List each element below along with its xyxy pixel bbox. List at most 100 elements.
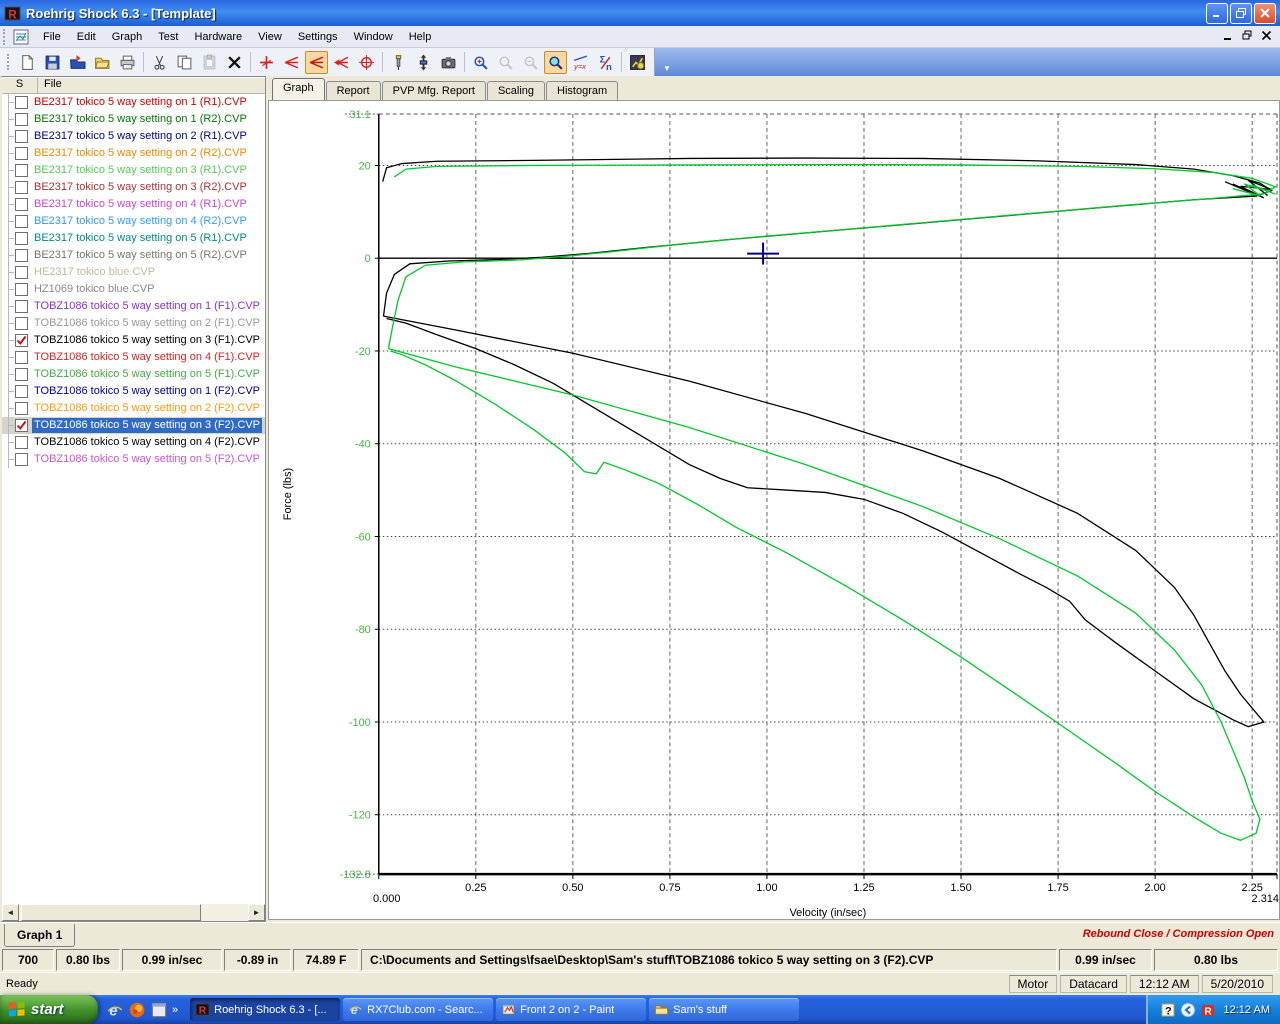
file-name[interactable]: BE2317 tokico 5 way setting on 2 (R2).CV…	[32, 146, 249, 161]
graph-analysis-icon[interactable]	[626, 51, 649, 74]
tab-report[interactable]: Report	[326, 81, 381, 100]
file-list-item[interactable]: BE2317 tokico 5 way setting on 4 (R2).CV…	[2, 213, 265, 230]
mdi-minimize-button[interactable]	[1223, 30, 1234, 44]
column-header-file[interactable]: File	[38, 77, 265, 93]
quick-launch-internet-explorer-icon[interactable]: e	[106, 1001, 124, 1019]
file-list-hscrollbar[interactable]: ◄ ►	[2, 904, 265, 921]
file-list-item[interactable]: TOBZ1086 tokico 5 way setting on 3 (F1).…	[2, 332, 265, 349]
file-list-item[interactable]: BE2317 tokico 5 way setting on 4 (R1).CV…	[2, 196, 265, 213]
file-list-item[interactable]: BE2317 tokico 5 way setting on 3 (R2).CV…	[2, 179, 265, 196]
file-checkbox[interactable]	[15, 181, 28, 194]
menu-test[interactable]: Test	[150, 28, 186, 46]
tray-help-icon[interactable]: ?	[1160, 1002, 1176, 1018]
open-file-icon[interactable]	[91, 51, 114, 74]
file-checkbox[interactable]	[15, 368, 28, 381]
trace-crosshair-icon[interactable]	[255, 51, 278, 74]
tray-collapse-chevron-icon[interactable]	[1180, 1002, 1196, 1018]
file-name[interactable]: HE2317 tokico blue.CVP	[32, 265, 157, 280]
zoom-in-icon[interactable]	[469, 51, 492, 74]
file-checkbox[interactable]	[15, 436, 28, 449]
file-checkbox[interactable]	[15, 351, 28, 364]
menu-hardware[interactable]: Hardware	[186, 28, 250, 46]
tab-scaling[interactable]: Scaling	[487, 81, 545, 100]
file-name[interactable]: BE2317 tokico 5 way setting on 1 (R2).CV…	[32, 112, 249, 127]
trace-select-icon[interactable]	[330, 51, 353, 74]
file-list-item[interactable]: TOBZ1086 tokico 5 way setting on 1 (F2).…	[2, 383, 265, 400]
file-list-item[interactable]: TOBZ1086 tokico 5 way setting on 5 (F2).…	[2, 451, 265, 468]
file-checkbox[interactable]	[15, 385, 28, 398]
file-list-item[interactable]: BE2317 tokico 5 way setting on 1 (R2).CV…	[2, 111, 265, 128]
sigma-over-n-icon[interactable]: Σn	[594, 51, 617, 74]
file-name[interactable]: TOBZ1086 tokico 5 way setting on 3 (F2).…	[32, 418, 262, 433]
gage-adjust-icon[interactable]	[412, 51, 435, 74]
file-list-item[interactable]: TOBZ1086 tokico 5 way setting on 5 (F1).…	[2, 366, 265, 383]
toolbar-grip[interactable]	[7, 54, 12, 70]
file-name[interactable]: BE2317 tokico 5 way setting on 2 (R1).CV…	[32, 129, 249, 144]
menu-file[interactable]: File	[35, 28, 69, 46]
tray-roehrig-tray-icon[interactable]: R	[1200, 1002, 1216, 1018]
y-equals-x-icon[interactable]: y=x	[569, 51, 592, 74]
save-icon[interactable]	[41, 51, 64, 74]
export-file-icon[interactable]	[66, 51, 89, 74]
file-checkbox[interactable]	[15, 317, 28, 330]
file-name[interactable]: BE2317 tokico 5 way setting on 5 (R2).CV…	[32, 248, 249, 263]
file-checkbox[interactable]	[15, 232, 28, 245]
file-list-item[interactable]: TOBZ1086 tokico 5 way setting on 4 (F2).…	[2, 434, 265, 451]
tab-histogram[interactable]: Histogram	[546, 81, 618, 100]
file-name[interactable]: TOBZ1086 tokico 5 way setting on 4 (F1).…	[32, 350, 262, 365]
zoom-window-icon[interactable]	[544, 51, 567, 74]
file-checkbox[interactable]	[15, 249, 28, 262]
file-list-item[interactable]: HE2317 tokico blue.CVP	[2, 264, 265, 281]
file-list-item[interactable]: TOBZ1086 tokico 5 way setting on 1 (F1).…	[2, 298, 265, 315]
file-name[interactable]: TOBZ1086 tokico 5 way setting on 1 (F1).…	[32, 299, 262, 314]
file-name[interactable]: TOBZ1086 tokico 5 way setting on 2 (F1).…	[32, 316, 262, 331]
mdi-close-button[interactable]	[1261, 30, 1272, 44]
file-name[interactable]: BE2317 tokico 5 way setting on 4 (R2).CV…	[32, 214, 249, 229]
file-name[interactable]: HZ1069 tokico blue.CVP	[32, 282, 156, 297]
file-checkbox[interactable]	[15, 453, 28, 466]
file-checkbox[interactable]	[15, 215, 28, 228]
close-button[interactable]	[1254, 3, 1276, 24]
menu-help[interactable]: Help	[401, 28, 440, 46]
menu-view[interactable]: View	[250, 28, 290, 46]
menu-edit[interactable]: Edit	[69, 28, 104, 46]
file-list-item[interactable]: TOBZ1086 tokico 5 way setting on 2 (F2).…	[2, 400, 265, 417]
taskbar-window-internet-explorer[interactable]: eRX7Club.com - Searc...	[343, 998, 493, 1021]
quick-launch-firefox-icon[interactable]	[128, 1001, 146, 1019]
print-icon[interactable]	[116, 51, 139, 74]
cut-icon[interactable]	[148, 51, 171, 74]
file-list-item[interactable]: TOBZ1086 tokico 5 way setting on 4 (F1).…	[2, 349, 265, 366]
start-button[interactable]: start	[0, 995, 98, 1024]
quick-launch-overflow-icon[interactable]: »	[172, 1004, 178, 1016]
menu-graph[interactable]: Graph	[104, 28, 151, 46]
file-checkbox[interactable]	[15, 419, 28, 432]
tab-graph[interactable]: Graph	[272, 78, 325, 100]
restore-button[interactable]	[1230, 3, 1252, 24]
file-checkbox[interactable]	[15, 147, 28, 160]
file-name[interactable]: TOBZ1086 tokico 5 way setting on 5 (F2).…	[32, 452, 262, 467]
file-list-item[interactable]: BE2317 tokico 5 way setting on 3 (R1).CV…	[2, 162, 265, 179]
file-name[interactable]: TOBZ1086 tokico 5 way setting on 3 (F1).…	[32, 333, 262, 348]
file-checkbox[interactable]	[15, 164, 28, 177]
file-list-item[interactable]: BE2317 tokico 5 way setting on 2 (R2).CV…	[2, 145, 265, 162]
file-name[interactable]: BE2317 tokico 5 way setting on 4 (R1).CV…	[32, 197, 249, 212]
snapshot-icon[interactable]	[437, 51, 460, 74]
minimize-button[interactable]	[1206, 3, 1228, 24]
scroll-left-icon[interactable]: ◄	[2, 904, 19, 921]
taskbar-window-paint[interactable]: Front 2 on 2 - Paint	[496, 998, 646, 1021]
new-document-icon[interactable]	[16, 51, 39, 74]
file-list-item[interactable]: BE2317 tokico 5 way setting on 5 (R2).CV…	[2, 247, 265, 264]
file-list-item[interactable]: BE2317 tokico 5 way setting on 2 (R1).CV…	[2, 128, 265, 145]
taskbar-clock[interactable]: 12:12 AM	[1224, 1004, 1270, 1016]
file-name[interactable]: BE2317 tokico 5 way setting on 3 (R1).CV…	[32, 163, 249, 178]
file-checkbox[interactable]	[15, 334, 28, 347]
column-header-s[interactable]: S	[2, 77, 38, 93]
tab-graph-1[interactable]: Graph 1	[4, 924, 75, 947]
file-list-item[interactable]: TOBZ1086 tokico 5 way setting on 3 (F2).…	[2, 417, 265, 434]
file-checkbox[interactable]	[15, 266, 28, 279]
taskbar-window-roehrig[interactable]: RRoehrig Shock 6.3 - [...	[190, 998, 340, 1021]
toolbar-overflow-icon[interactable]: ▾	[660, 50, 674, 74]
taskbar-window-folder[interactable]: Sam's stuff	[649, 998, 799, 1021]
delete-icon[interactable]	[223, 51, 246, 74]
file-checkbox[interactable]	[15, 130, 28, 143]
